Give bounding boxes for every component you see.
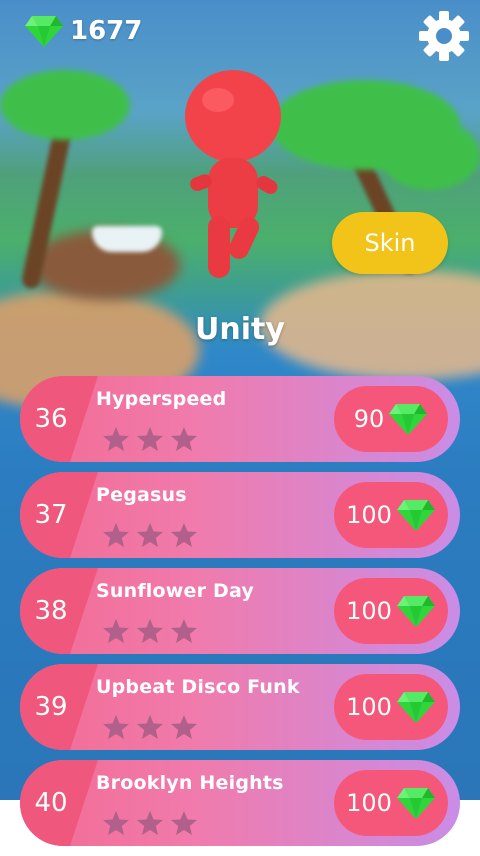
gem-counter: 1677 [24,14,142,48]
gem-icon [396,690,436,724]
song-price: 100 [346,597,392,625]
song-row[interactable]: 38 Sunflower Day 100 [20,568,460,654]
song-title: Brooklyn Heights [96,772,284,794]
buy-song-button[interactable]: 100 [334,578,448,644]
star-icon [102,426,130,456]
settings-button[interactable] [416,8,472,64]
song-title: Upbeat Disco Funk [96,676,300,698]
gem-icon [24,14,64,48]
buy-song-button[interactable]: 100 [334,770,448,836]
song-number: 40 [34,788,68,818]
buy-song-button[interactable]: 100 [334,482,448,548]
song-number: 36 [34,404,68,434]
song-price: 100 [346,789,392,817]
star-icon [170,714,198,744]
star-icon [170,426,198,456]
song-stars [102,810,198,840]
song-list[interactable]: 36 Hyperspeed 90 37 Pegasus 100 38 Sunflower Da… [20,376,460,856]
star-icon [170,618,198,648]
star-icon [136,618,164,648]
palm-leaves-left [0,70,130,140]
gear-icon [419,11,469,61]
skin-button[interactable]: Skin [332,212,448,274]
character-name: Unity [195,312,285,347]
song-row[interactable]: 37 Pegasus 100 [20,472,460,558]
star-icon [170,522,198,552]
palm-leaves-far-right [380,120,480,190]
star-icon [170,810,198,840]
song-stars [102,426,198,456]
star-icon [102,522,130,552]
song-price: 90 [353,405,385,433]
song-number: 37 [34,500,68,530]
song-price: 100 [346,693,392,721]
song-title: Pegasus [96,484,187,506]
song-title: Hyperspeed [96,388,227,410]
star-icon [102,714,130,744]
song-title: Sunflower Day [96,580,254,602]
song-number: 39 [34,692,68,722]
star-icon [136,522,164,552]
song-number: 38 [34,596,68,626]
song-stars [102,618,198,648]
gem-icon [396,594,436,628]
star-icon [136,714,164,744]
song-row[interactable]: 40 Brooklyn Heights 100 [20,760,460,846]
gem-icon [396,498,436,532]
character-model [178,66,288,286]
star-icon [102,810,130,840]
buy-song-button[interactable]: 100 [334,674,448,740]
gem-count: 1677 [70,16,143,46]
buy-song-button[interactable]: 90 [334,386,448,452]
gem-icon [396,786,436,820]
star-icon [136,426,164,456]
song-price: 100 [346,501,392,529]
gem-icon [388,402,428,436]
boat [92,226,162,252]
song-stars [102,714,198,744]
song-stars [102,522,198,552]
song-row[interactable]: 36 Hyperspeed 90 [20,376,460,462]
star-icon [102,618,130,648]
song-row[interactable]: 39 Upbeat Disco Funk 100 [20,664,460,750]
star-icon [136,810,164,840]
